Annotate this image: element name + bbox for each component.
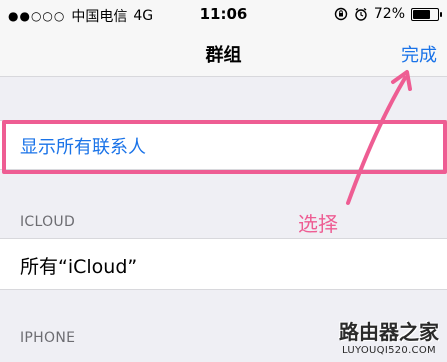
watermark-url: LUYOUQI520.COM bbox=[342, 345, 436, 356]
watermark-title: 路由器之家 bbox=[339, 320, 439, 344]
annotation-arrow-icon bbox=[346, 70, 412, 205]
watermark: 路由器之家 LUYOUQI520.COM bbox=[339, 316, 439, 356]
annotation-label: 选择 bbox=[298, 212, 338, 236]
